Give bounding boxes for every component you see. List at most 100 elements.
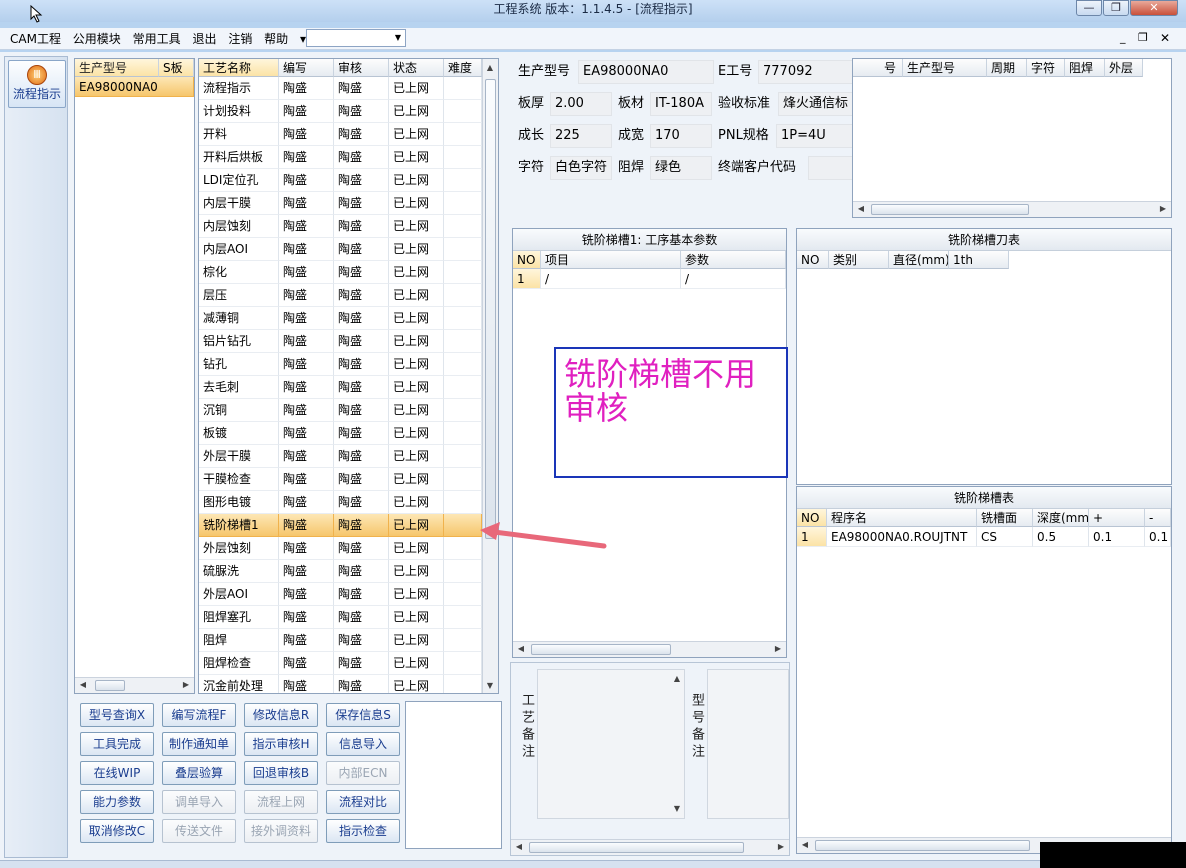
table-row[interactable]: 阻焊塞孔 陶盛 陶盛 已上网 xyxy=(199,606,498,629)
model-header[interactable]: 生产型号 xyxy=(75,59,159,77)
right-col-cycle[interactable]: 周期 xyxy=(987,59,1027,77)
pnl-field[interactable]: 1P=4U xyxy=(776,124,853,148)
table-row[interactable]: 开料 陶盛 陶盛 已上网 xyxy=(199,123,498,146)
scroll-up-icon[interactable]: ▲ xyxy=(483,61,497,75)
table-row[interactable]: 减薄铜 陶盛 陶盛 已上网 xyxy=(199,307,498,330)
table-row[interactable]: 硫脲洗 陶盛 陶盛 已上网 xyxy=(199,560,498,583)
model-row[interactable]: EA98000NA0 xyxy=(75,77,194,97)
scroll-thumb[interactable] xyxy=(531,644,671,655)
menu-exit[interactable]: 退出 xyxy=(188,28,220,50)
nav-process-indicator[interactable]: Ⅲ 流程指示 xyxy=(8,60,66,108)
table-row[interactable]: 板镀 陶盛 陶盛 已上网 xyxy=(199,422,498,445)
col-writer[interactable]: 编写 xyxy=(279,59,334,77)
table-row[interactable]: 计划投料 陶盛 陶盛 已上网 xyxy=(199,100,498,123)
action-button-4-3[interactable]: 指示检查 xyxy=(326,819,400,843)
material-field[interactable]: IT-180A xyxy=(650,92,712,116)
table-row[interactable]: 内层蚀刻 陶盛 陶盛 已上网 xyxy=(199,215,498,238)
table-row[interactable]: 铣阶梯槽1 陶盛 陶盛 已上网 xyxy=(199,514,498,537)
params-hscroll[interactable]: ◀ ▶ xyxy=(513,641,786,657)
menu-tools[interactable]: 常用工具 xyxy=(129,28,185,50)
slot-col-depth[interactable]: 深度(mm) xyxy=(1033,509,1089,527)
scroll-down-icon[interactable]: ▼ xyxy=(670,802,684,816)
minimize-button[interactable]: — xyxy=(1076,0,1102,16)
table-row[interactable]: 开料后烘板 陶盛 陶盛 已上网 xyxy=(199,146,498,169)
action-button-2-3[interactable]: 内部ECN xyxy=(326,761,400,785)
scroll-left-icon[interactable]: ◀ xyxy=(798,838,812,852)
action-button-2-0[interactable]: 在线WIP xyxy=(80,761,154,785)
action-button-0-1[interactable]: 编写流程F xyxy=(162,703,236,727)
close-button[interactable]: ✕ xyxy=(1130,0,1178,16)
scroll-right-icon[interactable]: ▶ xyxy=(1156,202,1170,216)
char-field[interactable]: 白色字符 xyxy=(550,156,612,180)
slot-row[interactable]: 1 EA98000NA0.ROUJTNT CS 0.5 0.1 0.1 xyxy=(797,527,1171,547)
scroll-thumb[interactable] xyxy=(529,842,744,853)
slot-col-face[interactable]: 铣槽面 xyxy=(977,509,1033,527)
params-col-no[interactable]: NO xyxy=(513,251,541,269)
mdi-minimize-icon[interactable]: _ xyxy=(1120,31,1126,44)
table-row[interactable]: 钻孔 陶盛 陶盛 已上网 xyxy=(199,353,498,376)
table-row[interactable]: 沉铜 陶盛 陶盛 已上网 xyxy=(199,399,498,422)
action-button-1-2[interactable]: 指示审核H xyxy=(244,732,318,756)
right-col-model[interactable]: 生产型号 xyxy=(903,59,987,77)
menu-combo[interactable]: ▼ xyxy=(306,29,406,47)
scroll-up-icon[interactable]: ▲ xyxy=(670,672,684,686)
table-row[interactable]: 图形电镀 陶盛 陶盛 已上网 xyxy=(199,491,498,514)
slot-col-minus[interactable]: - xyxy=(1145,509,1171,527)
menu-logout[interactable]: 注销 xyxy=(224,28,256,50)
slot-col-plus[interactable]: + xyxy=(1089,509,1145,527)
right-col-mask[interactable]: 阻焊 xyxy=(1065,59,1105,77)
action-button-3-3[interactable]: 流程对比 xyxy=(326,790,400,814)
col-reviewer[interactable]: 审核 xyxy=(334,59,389,77)
action-button-0-0[interactable]: 型号查询X xyxy=(80,703,154,727)
action-button-3-1[interactable]: 调单导入 xyxy=(162,790,236,814)
table-row[interactable]: 外层干膜 陶盛 陶盛 已上网 xyxy=(199,445,498,468)
model-field[interactable]: EA98000NA0 xyxy=(578,60,714,84)
mask-field[interactable]: 绿色 xyxy=(650,156,712,180)
process-vscroll[interactable]: ▲ ▼ xyxy=(482,59,498,693)
scroll-left-icon[interactable]: ◀ xyxy=(76,678,90,692)
action-button-0-2[interactable]: 修改信息R xyxy=(244,703,318,727)
tool-col-no[interactable]: NO xyxy=(797,251,829,269)
scroll-thumb[interactable] xyxy=(815,840,1030,851)
scroll-left-icon[interactable]: ◀ xyxy=(512,840,526,854)
tool-col-type[interactable]: 类别 xyxy=(829,251,889,269)
restore-button[interactable]: ❐ xyxy=(1103,0,1129,16)
mdi-restore-icon[interactable]: ❐ xyxy=(1138,31,1148,44)
s-board-header[interactable]: S板 xyxy=(159,59,194,77)
scroll-left-icon[interactable]: ◀ xyxy=(854,202,868,216)
action-button-2-1[interactable]: 叠层验算 xyxy=(162,761,236,785)
right-col-outer[interactable]: 外层 xyxy=(1105,59,1143,77)
table-row[interactable]: 层压 陶盛 陶盛 已上网 xyxy=(199,284,498,307)
table-row[interactable]: 流程指示 陶盛 陶盛 已上网 xyxy=(199,77,498,100)
table-row[interactable]: 去毛刺 陶盛 陶盛 已上网 xyxy=(199,376,498,399)
table-row[interactable]: 铝片钻孔 陶盛 陶盛 已上网 xyxy=(199,330,498,353)
menu-common-module[interactable]: 公用模块 xyxy=(69,28,125,50)
col-process-name[interactable]: 工艺名称 xyxy=(199,59,279,77)
table-row[interactable]: 干膜检查 陶盛 陶盛 已上网 xyxy=(199,468,498,491)
table-row[interactable]: 棕化 陶盛 陶盛 已上网 xyxy=(199,261,498,284)
action-button-4-2[interactable]: 接外调资料 xyxy=(244,819,318,843)
action-button-2-2[interactable]: 回退审核B xyxy=(244,761,318,785)
tool-col-diameter[interactable]: 直径(mm) xyxy=(889,251,949,269)
right-grid-hscroll[interactable]: ◀ ▶ xyxy=(853,201,1171,217)
scroll-thumb[interactable] xyxy=(95,680,125,691)
width-field[interactable]: 170 xyxy=(650,124,712,148)
table-row[interactable]: 阻焊 陶盛 陶盛 已上网 xyxy=(199,629,498,652)
action-button-1-0[interactable]: 工具完成 xyxy=(80,732,154,756)
table-row[interactable]: 沉金前处理 陶盛 陶盛 已上网 xyxy=(199,675,498,693)
table-row[interactable]: 阻焊检查 陶盛 陶盛 已上网 xyxy=(199,652,498,675)
scroll-down-icon[interactable]: ▼ xyxy=(483,679,497,693)
scroll-left-icon[interactable]: ◀ xyxy=(514,642,528,656)
menu-help[interactable]: 帮助 xyxy=(260,28,292,50)
model-list-hscroll[interactable]: ◀ ▶ xyxy=(75,677,194,693)
table-row[interactable]: 内层AOI 陶盛 陶盛 已上网 xyxy=(199,238,498,261)
scroll-thumb[interactable] xyxy=(871,204,1029,215)
action-button-1-3[interactable]: 信息导入 xyxy=(326,732,400,756)
standard-field[interactable]: 烽火通信标 xyxy=(778,92,853,116)
table-row[interactable]: 外层蚀刻 陶盛 陶盛 已上网 xyxy=(199,537,498,560)
scroll-right-icon[interactable]: ▶ xyxy=(774,840,788,854)
tool-col-1th[interactable]: 1th xyxy=(949,251,1009,269)
mdi-close-icon[interactable]: ✕ xyxy=(1160,31,1170,45)
params-col-item[interactable]: 项目 xyxy=(541,251,681,269)
col-status[interactable]: 状态 xyxy=(389,59,444,77)
